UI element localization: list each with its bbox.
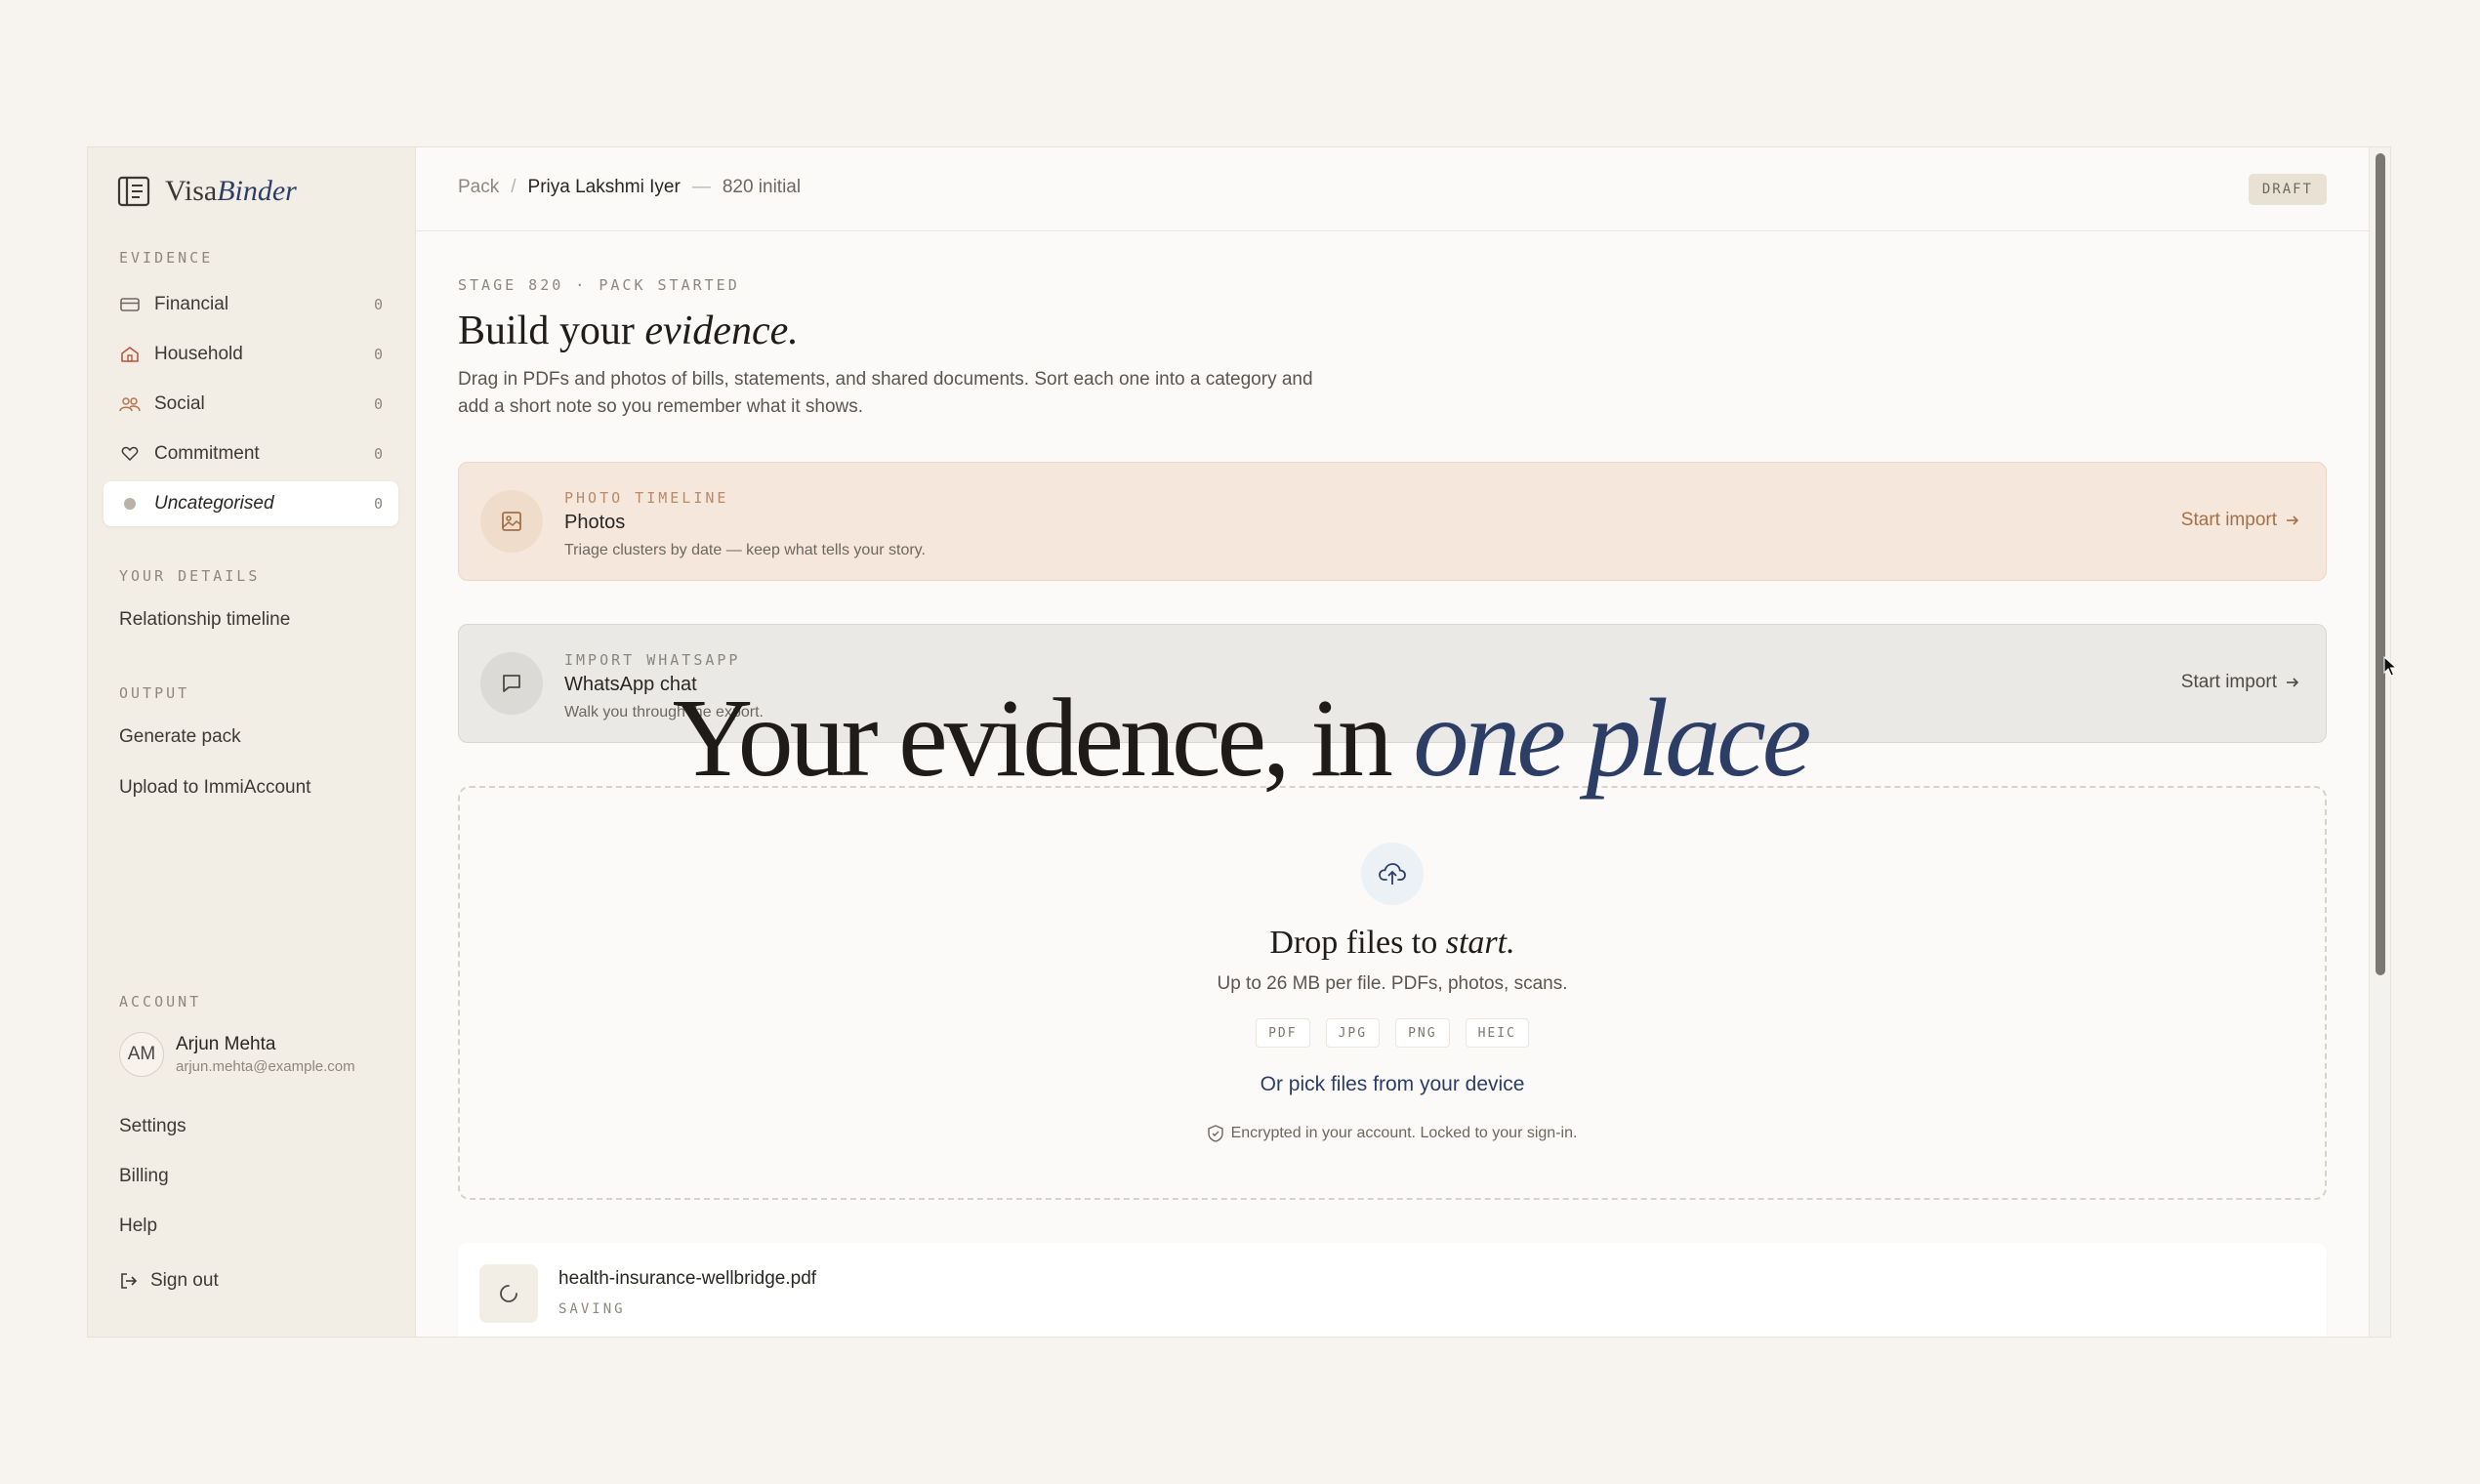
sidebar-item-label: Uncategorised xyxy=(154,493,274,514)
brand-name-part2: Binder xyxy=(217,175,297,207)
pick-files-link[interactable]: Or pick files from your device xyxy=(460,1073,2325,1096)
breadcrumb-pack[interactable]: Pack xyxy=(458,177,499,198)
sign-out-label: Sign out xyxy=(150,1270,219,1291)
loading-spinner-icon xyxy=(479,1264,538,1323)
start-import-photos-button[interactable]: Start import xyxy=(2181,510,2300,531)
page-description: Drag in PDFs and photos of bills, statem… xyxy=(458,369,1313,417)
heart-icon xyxy=(119,443,141,465)
breadcrumb-applicant: Priya Lakshmi Iyer xyxy=(527,177,681,197)
sidebar-item-uncategorised[interactable]: Uncategorised 0 xyxy=(103,481,398,526)
card-title: Photos xyxy=(564,512,626,533)
dropzone-title: Drop files to start. xyxy=(460,925,2325,962)
brand-logo[interactable]: VisaBinder xyxy=(117,175,297,208)
upload-row[interactable]: health-insurance-wellbridge.pdf SAVING xyxy=(458,1243,2327,1337)
upload-cloud-icon xyxy=(1361,843,1424,905)
upload-status: SAVING xyxy=(558,1301,626,1317)
card-subtitle: Triage clusters by date — keep what tell… xyxy=(564,542,926,558)
breadcrumb-dash: — xyxy=(691,177,711,197)
credit-card-icon xyxy=(119,294,141,315)
account-section-label: ACCOUNT xyxy=(119,993,202,1010)
sidebar-item-count: 0 xyxy=(373,445,383,463)
format-chip-jpg: JPG xyxy=(1325,1018,1381,1048)
format-chip-pdf: PDF xyxy=(1256,1018,1310,1048)
binder-icon xyxy=(117,176,150,207)
details-section-label: YOUR DETAILS xyxy=(119,567,261,585)
breadcrumb: Pack / Priya Lakshmi Iyer — 820 initial xyxy=(458,177,801,198)
card-kicker: IMPORT WHATSAPP xyxy=(564,651,741,669)
help-link[interactable]: Help xyxy=(119,1216,157,1237)
format-chip-heic: HEIC xyxy=(1465,1018,1529,1048)
home-icon xyxy=(119,344,141,365)
breadcrumb-separator: / xyxy=(511,177,517,197)
scrollbar-thumb[interactable] xyxy=(2376,153,2385,975)
security-note-text: Encrypted in your account. Locked to you… xyxy=(1230,1125,1578,1141)
upload-filename: health-insurance-wellbridge.pdf xyxy=(558,1268,817,1289)
billing-link[interactable]: Billing xyxy=(119,1166,169,1187)
overlay-headline-text: Your evidence, in xyxy=(672,676,1414,800)
format-chip-png: PNG xyxy=(1395,1018,1450,1048)
sidebar-item-label: Financial xyxy=(154,294,229,314)
sign-out-button[interactable]: Sign out xyxy=(119,1270,219,1292)
sidebar-item-count: 0 xyxy=(373,296,383,313)
sidebar-item-label: Social xyxy=(154,393,205,414)
photo-timeline-card[interactable]: PHOTO TIMELINE Photos Triage clusters by… xyxy=(458,462,2327,581)
sign-out-icon xyxy=(121,1273,138,1289)
arrow-right-icon xyxy=(2287,515,2299,525)
sidebar-item-social[interactable]: Social 0 xyxy=(103,382,398,427)
stage-label: STAGE 820 · PACK STARTED xyxy=(458,276,740,294)
dropzone-title-emphasis: start. xyxy=(1445,925,1515,961)
account-name: Arjun Mehta xyxy=(176,1034,276,1054)
page-title-emphasis: evidence. xyxy=(644,309,799,353)
page-title: Build your evidence. xyxy=(458,308,799,354)
account-card[interactable]: AM Arjun Mehta arjun.mehta@example.com xyxy=(119,1032,355,1077)
sidebar-item-household[interactable]: Household 0 xyxy=(103,332,398,377)
mouse-cursor-icon xyxy=(2383,656,2397,677)
sidebar-item-count: 0 xyxy=(373,495,383,513)
sidebar-item-count: 0 xyxy=(373,346,383,363)
sidebar-item-commitment[interactable]: Commitment 0 xyxy=(103,432,398,476)
dropzone-title-text: Drop files to xyxy=(1269,925,1446,961)
image-icon xyxy=(480,490,543,553)
status-badge: DRAFT xyxy=(2248,174,2327,205)
page-title-text: Build your xyxy=(458,309,645,353)
sidebar-item-label: Household xyxy=(154,344,243,364)
evidence-section-label: EVIDENCE xyxy=(119,249,214,267)
format-chips: PDF JPG PNG HEIC xyxy=(460,1018,2325,1048)
top-bar: Pack / Priya Lakshmi Iyer — 820 initial … xyxy=(416,147,2369,231)
avatar: AM xyxy=(119,1032,164,1077)
sidebar-item-count: 0 xyxy=(373,395,383,413)
settings-link[interactable]: Settings xyxy=(119,1116,186,1137)
brand-name: VisaBinder xyxy=(165,175,297,208)
sidebar-item-financial[interactable]: Financial 0 xyxy=(103,282,398,327)
dot-icon xyxy=(119,493,141,515)
shield-check-icon xyxy=(1207,1125,1223,1142)
card-kicker: PHOTO TIMELINE xyxy=(564,489,729,507)
account-email: arjun.mehta@example.com xyxy=(176,1058,355,1075)
start-import-label: Start import xyxy=(2180,510,2277,530)
breadcrumb-visa-stage: 820 initial xyxy=(722,177,802,197)
dropzone-subtitle: Up to 26 MB per file. PDFs, photos, scan… xyxy=(1217,973,1568,994)
brand-name-part1: Visa xyxy=(165,175,218,207)
relationship-timeline-link[interactable]: Relationship timeline xyxy=(119,609,290,631)
overlay-headline: Your evidence, in one place xyxy=(0,674,2480,803)
file-dropzone[interactable]: Drop files to start. Up to 26 MB per fil… xyxy=(458,786,2327,1200)
users-icon xyxy=(119,393,141,415)
sidebar-item-label: Commitment xyxy=(154,443,260,464)
security-note: Encrypted in your account. Locked to you… xyxy=(460,1125,2325,1142)
overlay-headline-emphasis: one place xyxy=(1413,676,1811,800)
